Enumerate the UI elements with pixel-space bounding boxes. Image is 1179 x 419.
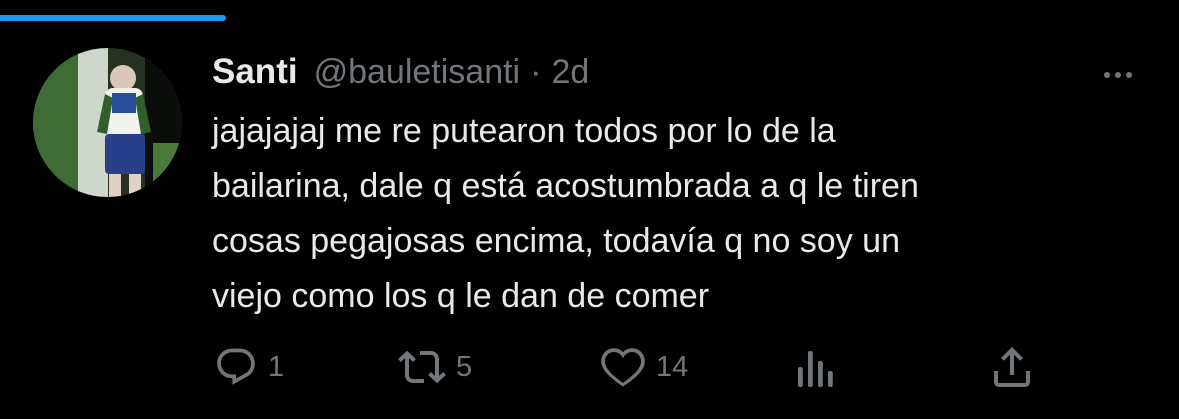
avatar[interactable] [33,48,182,197]
tweet-text-line: bailarina, dale q está acostumbrada a q … [212,167,919,205]
tweet-text: jajajajaj me re putearon todos por lo de… [212,104,1132,324]
tweet-text-line: cosas pegajosas encima, todavía q no soy… [212,222,900,260]
like-count: 14 [656,350,689,383]
user-handle[interactable]: @bauletisanti [314,53,521,92]
share-icon [994,347,1030,387]
tweet-actions: 1 5 14 [212,342,1042,392]
more-icon [1104,72,1110,78]
tweet-header: Santi @bauletisanti · 2d [212,52,589,98]
reply-button[interactable]: 1 [214,342,284,392]
like-button[interactable]: 14 [600,342,688,392]
retweet-count: 5 [456,350,473,383]
tweet-text-line: jajajajaj me re putearon todos por lo de… [212,112,836,150]
tweet-text-line: viejo como los q le dan de comer [212,277,710,315]
analytics-icon [798,351,833,387]
share-button[interactable] [992,342,1032,392]
reply-count: 1 [268,350,285,383]
avatar-image [33,48,182,197]
more-options-button[interactable] [1094,60,1142,90]
active-tab-indicator [0,15,226,21]
retweet-button[interactable]: 5 [398,342,472,392]
retweet-icon [398,350,446,384]
tweet-timestamp[interactable]: 2d [551,53,589,92]
analytics-button[interactable] [798,342,838,392]
display-name[interactable]: Santi [212,52,298,92]
reply-icon [217,348,255,385]
heart-icon [601,348,645,387]
separator-dot: · [530,53,542,91]
tweet-card[interactable]: Santi @bauletisanti · 2d jajajajaj me re… [0,0,1179,419]
